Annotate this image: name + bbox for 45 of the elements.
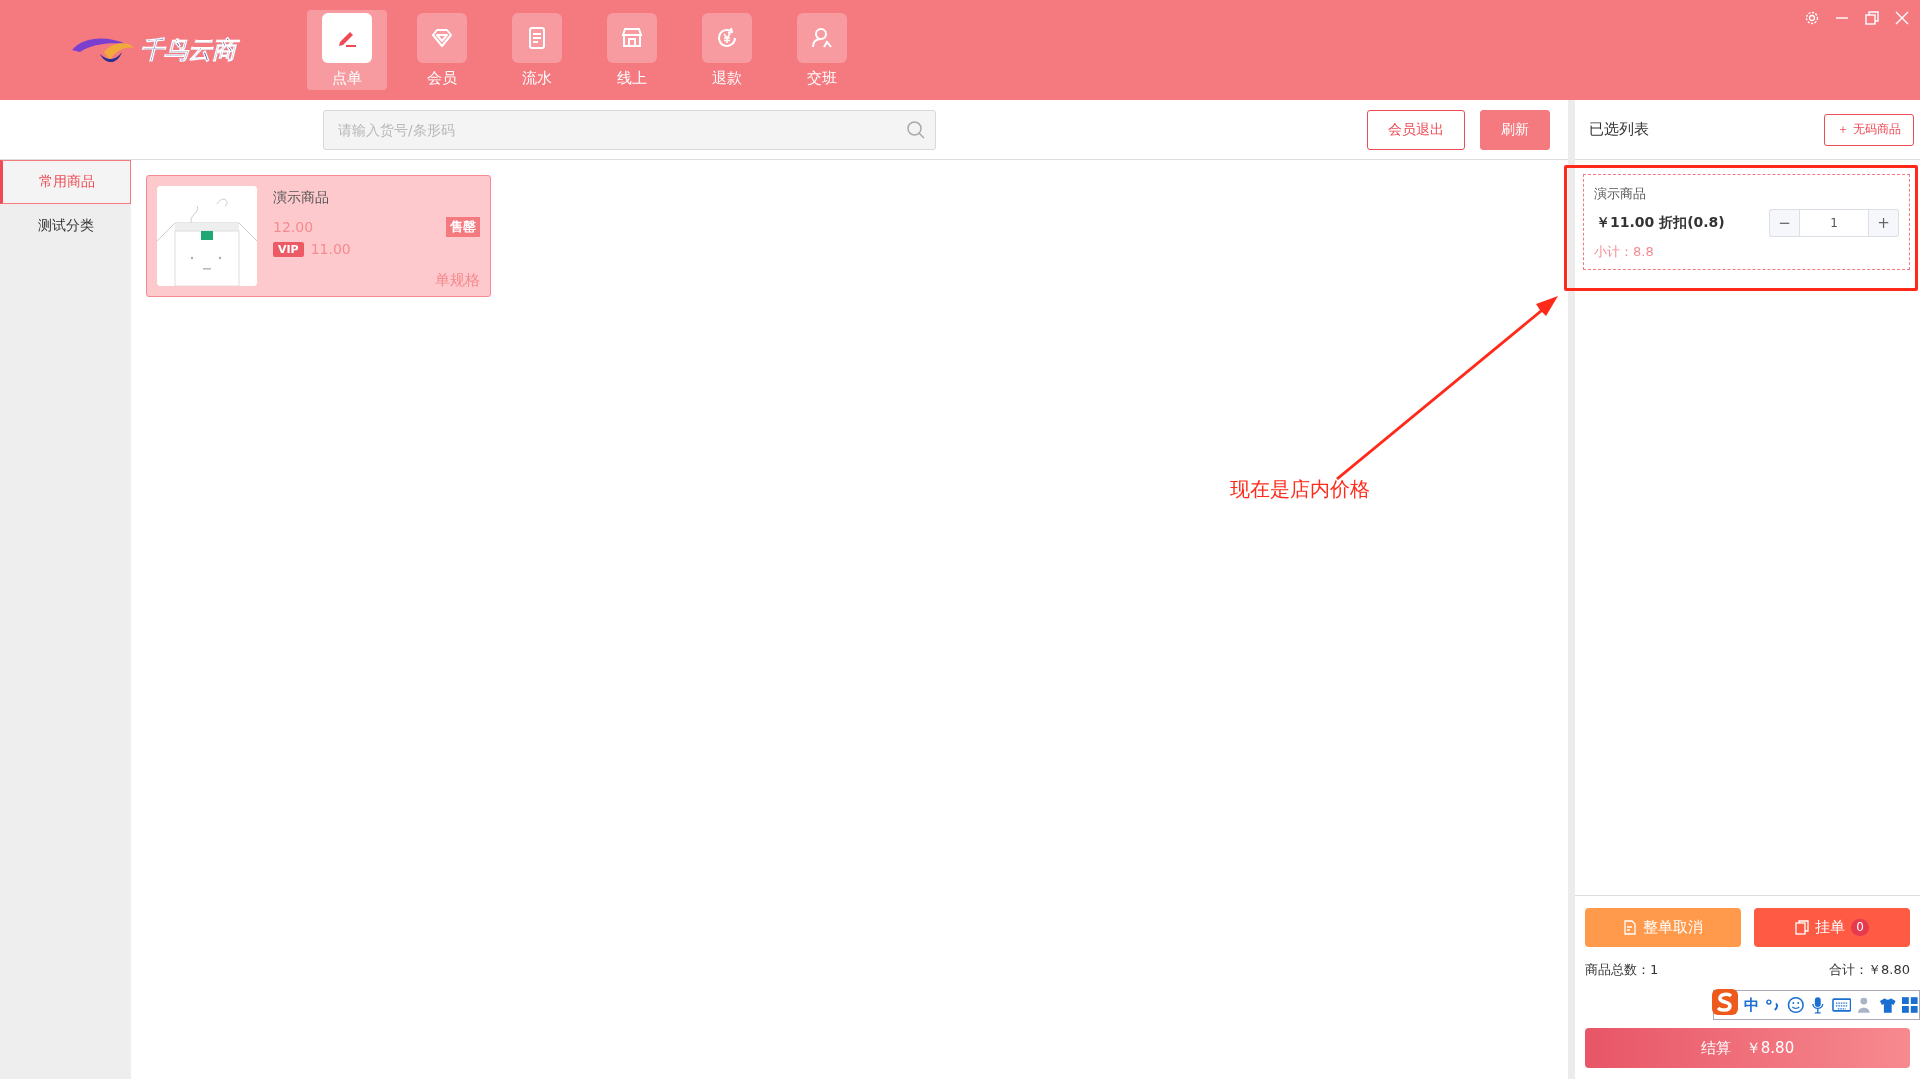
- search-icon[interactable]: [906, 119, 926, 140]
- quantity-field[interactable]: 1: [1799, 209, 1869, 237]
- hold-order-button[interactable]: 挂单 0: [1754, 908, 1910, 947]
- category-item[interactable]: 常用商品: [0, 160, 131, 204]
- smiley-icon[interactable]: [1786, 996, 1805, 1014]
- category-item[interactable]: 测试分类: [0, 204, 131, 248]
- search-field[interactable]: 请输入货号/条形码: [323, 109, 936, 150]
- item-price: ￥11.00 折扣(0.8): [1595, 214, 1726, 232]
- add-item-button[interactable]: ＋ 无码商品: [1824, 113, 1914, 146]
- vip-tag: VIP: [273, 241, 304, 257]
- cancel-order-button[interactable]: 整单取消: [1585, 908, 1741, 947]
- increment-button[interactable]: +: [1869, 209, 1899, 237]
- item-count: 商品总数：1: [1585, 961, 1659, 979]
- grid-icon[interactable]: [1901, 996, 1919, 1014]
- ime-mode[interactable]: 中: [1744, 995, 1759, 1015]
- document-icon: [1623, 920, 1637, 935]
- item-subtotal: 小计：8.8: [1594, 243, 1655, 261]
- sold-out-badge: 售罄: [446, 217, 480, 237]
- shirt-icon[interactable]: [1878, 996, 1897, 1014]
- order-total: 合计：￥8.80: [1829, 961, 1910, 979]
- ime-logo-icon[interactable]: [1710, 987, 1740, 1017]
- nav-tab[interactable]: 线上: [592, 10, 672, 90]
- nav-tab[interactable]: 会员: [402, 10, 482, 90]
- copy-icon: [1795, 920, 1809, 935]
- spec-label: 单规格: [435, 271, 480, 290]
- item-name: 演示商品: [1594, 185, 1647, 203]
- nav-tab[interactable]: 流水: [497, 10, 577, 90]
- annotation-text: 现在是店内价格: [1230, 476, 1370, 503]
- decrement-button[interactable]: −: [1769, 209, 1799, 237]
- product-card[interactable]: 演示商品 12.00 售罄 VIP 11.00 单规格: [146, 175, 491, 297]
- close-icon[interactable]: [1894, 10, 1910, 26]
- nav-tab[interactable]: 点单: [307, 10, 387, 90]
- nav-tab[interactable]: 退款: [687, 10, 767, 90]
- product-price: 12.00: [273, 219, 314, 235]
- panel-title: 已选列表: [1589, 120, 1649, 139]
- settings-icon[interactable]: [1804, 10, 1820, 26]
- checkout-button[interactable]: 结算 ￥8.80: [1585, 1028, 1910, 1068]
- nav-tab[interactable]: 交班: [782, 10, 862, 90]
- vip-price: 11.00: [310, 241, 351, 257]
- refresh-button[interactable]: 刷新: [1480, 109, 1550, 150]
- count-badge: 0: [1851, 919, 1869, 936]
- member-logout-button[interactable]: 会员退出: [1367, 109, 1465, 150]
- product-name: 演示商品: [273, 189, 330, 207]
- keyboard-icon[interactable]: [1831, 996, 1852, 1014]
- restore-icon[interactable]: [1864, 10, 1880, 26]
